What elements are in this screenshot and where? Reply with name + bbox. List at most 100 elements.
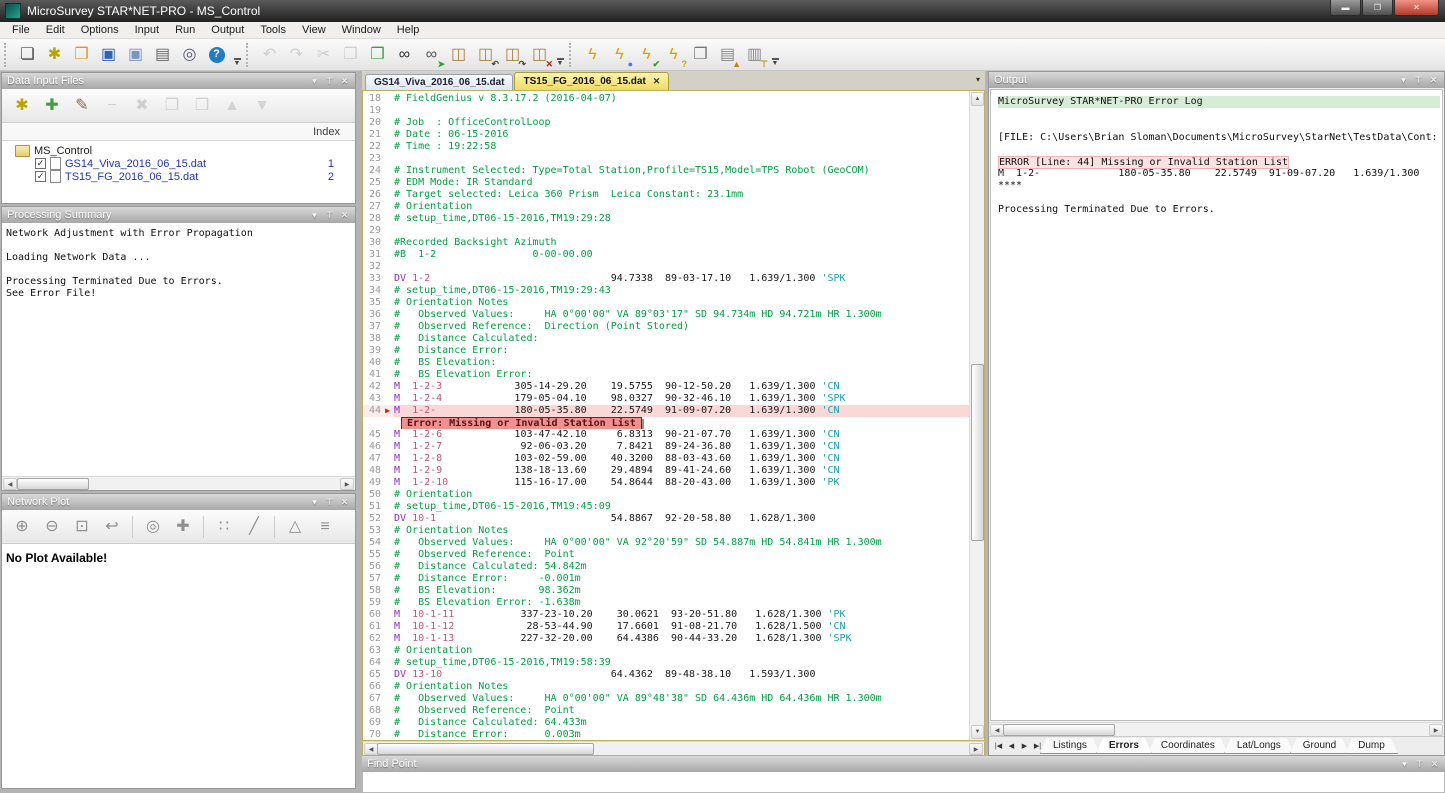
menu-item-view[interactable]: View: [294, 23, 334, 37]
panel-close-button[interactable]: ✕: [339, 495, 350, 509]
toolbar-overflow-button[interactable]: ▼: [231, 42, 243, 67]
previous-tab-button[interactable]: ◀: [1005, 742, 1018, 750]
menu-item-help[interactable]: Help: [389, 23, 428, 37]
input-file-row[interactable]: ✓GS14_Viva_2016_06_15.dat1: [2, 157, 355, 170]
edit-input-file-button[interactable]: ✎: [68, 93, 96, 119]
output-tab-listings[interactable]: Listings: [1040, 738, 1100, 754]
add-line-button[interactable]: ╱: [240, 514, 268, 540]
find-button[interactable]: ∞: [392, 42, 417, 67]
editor-tab-GS14_Viva_2016_06_15.dat[interactable]: GS14_Viva_2016_06_15.dat: [365, 74, 513, 90]
zoom-out-button[interactable]: ⊖: [38, 514, 66, 540]
panel-pin-button[interactable]: ⊤: [324, 208, 335, 222]
column-editor-button[interactable]: ▥⊤: [742, 42, 767, 67]
menu-item-input[interactable]: Input: [127, 23, 167, 37]
code-line[interactable]: 44▶M 1-2- 180-05-35.80 22.5749 91-09-07.…: [363, 405, 969, 417]
save-button[interactable]: ▣: [96, 42, 121, 67]
scroll-up-button[interactable]: ▲: [971, 92, 984, 106]
panel-menu-button[interactable]: ▾: [1399, 757, 1410, 771]
output-titlebar[interactable]: Output ▾ ⊤ ✕: [989, 72, 1444, 88]
panel-menu-button[interactable]: ▾: [1398, 73, 1409, 87]
next-tab-button[interactable]: ▶: [1018, 742, 1031, 750]
panel-pin-button[interactable]: ⊤: [1413, 73, 1424, 87]
tab-list-dropdown-icon[interactable]: ▾: [976, 75, 980, 84]
panel-pin-button[interactable]: ⊤: [324, 74, 335, 88]
panel-pin-button[interactable]: ⊤: [324, 495, 335, 509]
processing-summary-titlebar[interactable]: Processing Summary ▾ ⊤ ✕: [2, 207, 355, 223]
scroll-right-button[interactable]: ▶: [1429, 724, 1443, 736]
traverse-view-button[interactable]: △: [281, 514, 309, 540]
scroll-right-button[interactable]: ▶: [340, 478, 354, 490]
input-file-label[interactable]: GS14_Viva_2016_06_15.dat: [65, 158, 206, 170]
help-button[interactable]: ?: [204, 42, 229, 67]
tree-root-row[interactable]: MS_Control: [2, 144, 355, 157]
index-column-header[interactable]: Index: [2, 123, 355, 141]
print-preview-button[interactable]: ◎: [177, 42, 202, 67]
pan-button[interactable]: ✚: [169, 514, 197, 540]
network-plot-titlebar[interactable]: Network Plot ▾ ⊤ ✕: [2, 494, 355, 510]
layers-button[interactable]: ≡: [311, 514, 339, 540]
menu-item-window[interactable]: Window: [334, 23, 389, 37]
panel-close-button[interactable]: ✕: [1428, 73, 1439, 87]
zoom-previous-button[interactable]: ↩: [98, 514, 126, 540]
minimize-button[interactable]: ▬: [1330, 0, 1361, 16]
panel-menu-button[interactable]: ▾: [309, 74, 320, 88]
checkbox-icon[interactable]: ✓: [35, 171, 46, 182]
book-previous-button[interactable]: ◫↶: [473, 42, 498, 67]
toolbar-grip[interactable]: [246, 43, 252, 67]
scroll-left-button[interactable]: ◀: [3, 478, 17, 490]
run-network-button[interactable]: ϟ●: [607, 42, 632, 67]
first-tab-button[interactable]: |◀: [992, 742, 1005, 750]
center-point-button[interactable]: ◎: [139, 514, 167, 540]
plot-document-button[interactable]: ❒: [688, 42, 713, 67]
editor-hscrollbar[interactable]: ◀ ▶: [362, 741, 985, 756]
print-button[interactable]: ▤: [150, 42, 175, 67]
toolbar-overflow-button[interactable]: ▼: [769, 42, 781, 67]
find-point-titlebar[interactable]: Find Point ▾ ⊤ ✕: [362, 756, 1445, 772]
menu-item-tools[interactable]: Tools: [252, 23, 294, 37]
tab-close-icon[interactable]: ✕: [653, 76, 661, 87]
error-log-text[interactable]: MicroSurvey STAR*NET-PRO Error Log [FILE…: [990, 89, 1443, 721]
processing-summary-hscrollbar[interactable]: ◀ ▶: [2, 476, 355, 490]
run-query-button[interactable]: ϟ?: [661, 42, 686, 67]
panel-pin-button[interactable]: ⊤: [1414, 757, 1425, 771]
checkbox-icon[interactable]: ✓: [35, 158, 46, 169]
instrument-library-button[interactable]: ▤▲: [715, 42, 740, 67]
menu-item-edit[interactable]: Edit: [38, 23, 73, 37]
menu-item-options[interactable]: Options: [73, 23, 127, 37]
book-close-button[interactable]: ◫✕: [527, 42, 552, 67]
scroll-right-button[interactable]: ▶: [969, 743, 983, 755]
menu-item-run[interactable]: Run: [167, 23, 203, 37]
scrollbar-thumb[interactable]: [17, 478, 89, 490]
new-input-file-button[interactable]: ✱: [8, 93, 36, 119]
book-next-button[interactable]: ◫↷: [500, 42, 525, 67]
panel-menu-button[interactable]: ▾: [309, 495, 320, 509]
run-adjustment-button[interactable]: ϟ: [580, 42, 605, 67]
input-file-label[interactable]: TS15_FG_2016_06_15.dat: [65, 171, 198, 183]
scroll-left-button[interactable]: ◀: [990, 724, 1004, 736]
find-next-button[interactable]: ∞➤: [419, 42, 444, 67]
paste-special-button[interactable]: ❒: [365, 42, 390, 67]
add-input-file-button[interactable]: ✚: [38, 93, 66, 119]
output-tab-dump[interactable]: Dump: [1345, 738, 1398, 754]
toolbar-grip[interactable]: [569, 43, 575, 67]
output-tab-coordinates[interactable]: Coordinates: [1148, 738, 1228, 754]
inverse-points-button[interactable]: ∷: [210, 514, 238, 540]
menu-item-output[interactable]: Output: [203, 23, 252, 37]
toolbar-grip[interactable]: [4, 43, 10, 67]
input-file-row[interactable]: ✓TS15_FG_2016_06_15.dat2: [2, 170, 355, 183]
editor-vscrollbar[interactable]: ▲ ▼: [969, 91, 984, 740]
scrollbar-thumb[interactable]: [377, 743, 594, 755]
scrollbar-thumb[interactable]: [971, 364, 984, 541]
last-tab-button[interactable]: ▶|: [1031, 742, 1044, 750]
editor-tab-TS15_FG_2016_06_15.dat[interactable]: TS15_FG_2016_06_15.dat✕: [514, 72, 669, 90]
scroll-down-button[interactable]: ▼: [971, 725, 984, 739]
data-input-files-titlebar[interactable]: Data Input Files ▾ ⊤ ✕: [2, 73, 355, 89]
zoom-extents-button[interactable]: ⊡: [68, 514, 96, 540]
scroll-left-button[interactable]: ◀: [364, 743, 378, 755]
code-editor[interactable]: 18# FieldGenius v 8.3.17.2 (2016-04-07)1…: [363, 91, 969, 740]
panel-close-button[interactable]: ✕: [1429, 757, 1440, 771]
output-tab-lat-longs[interactable]: Lat/Longs: [1224, 738, 1294, 754]
close-button[interactable]: ✕: [1394, 0, 1439, 16]
output-tab-ground[interactable]: Ground: [1290, 738, 1349, 754]
panel-close-button[interactable]: ✕: [339, 74, 350, 88]
